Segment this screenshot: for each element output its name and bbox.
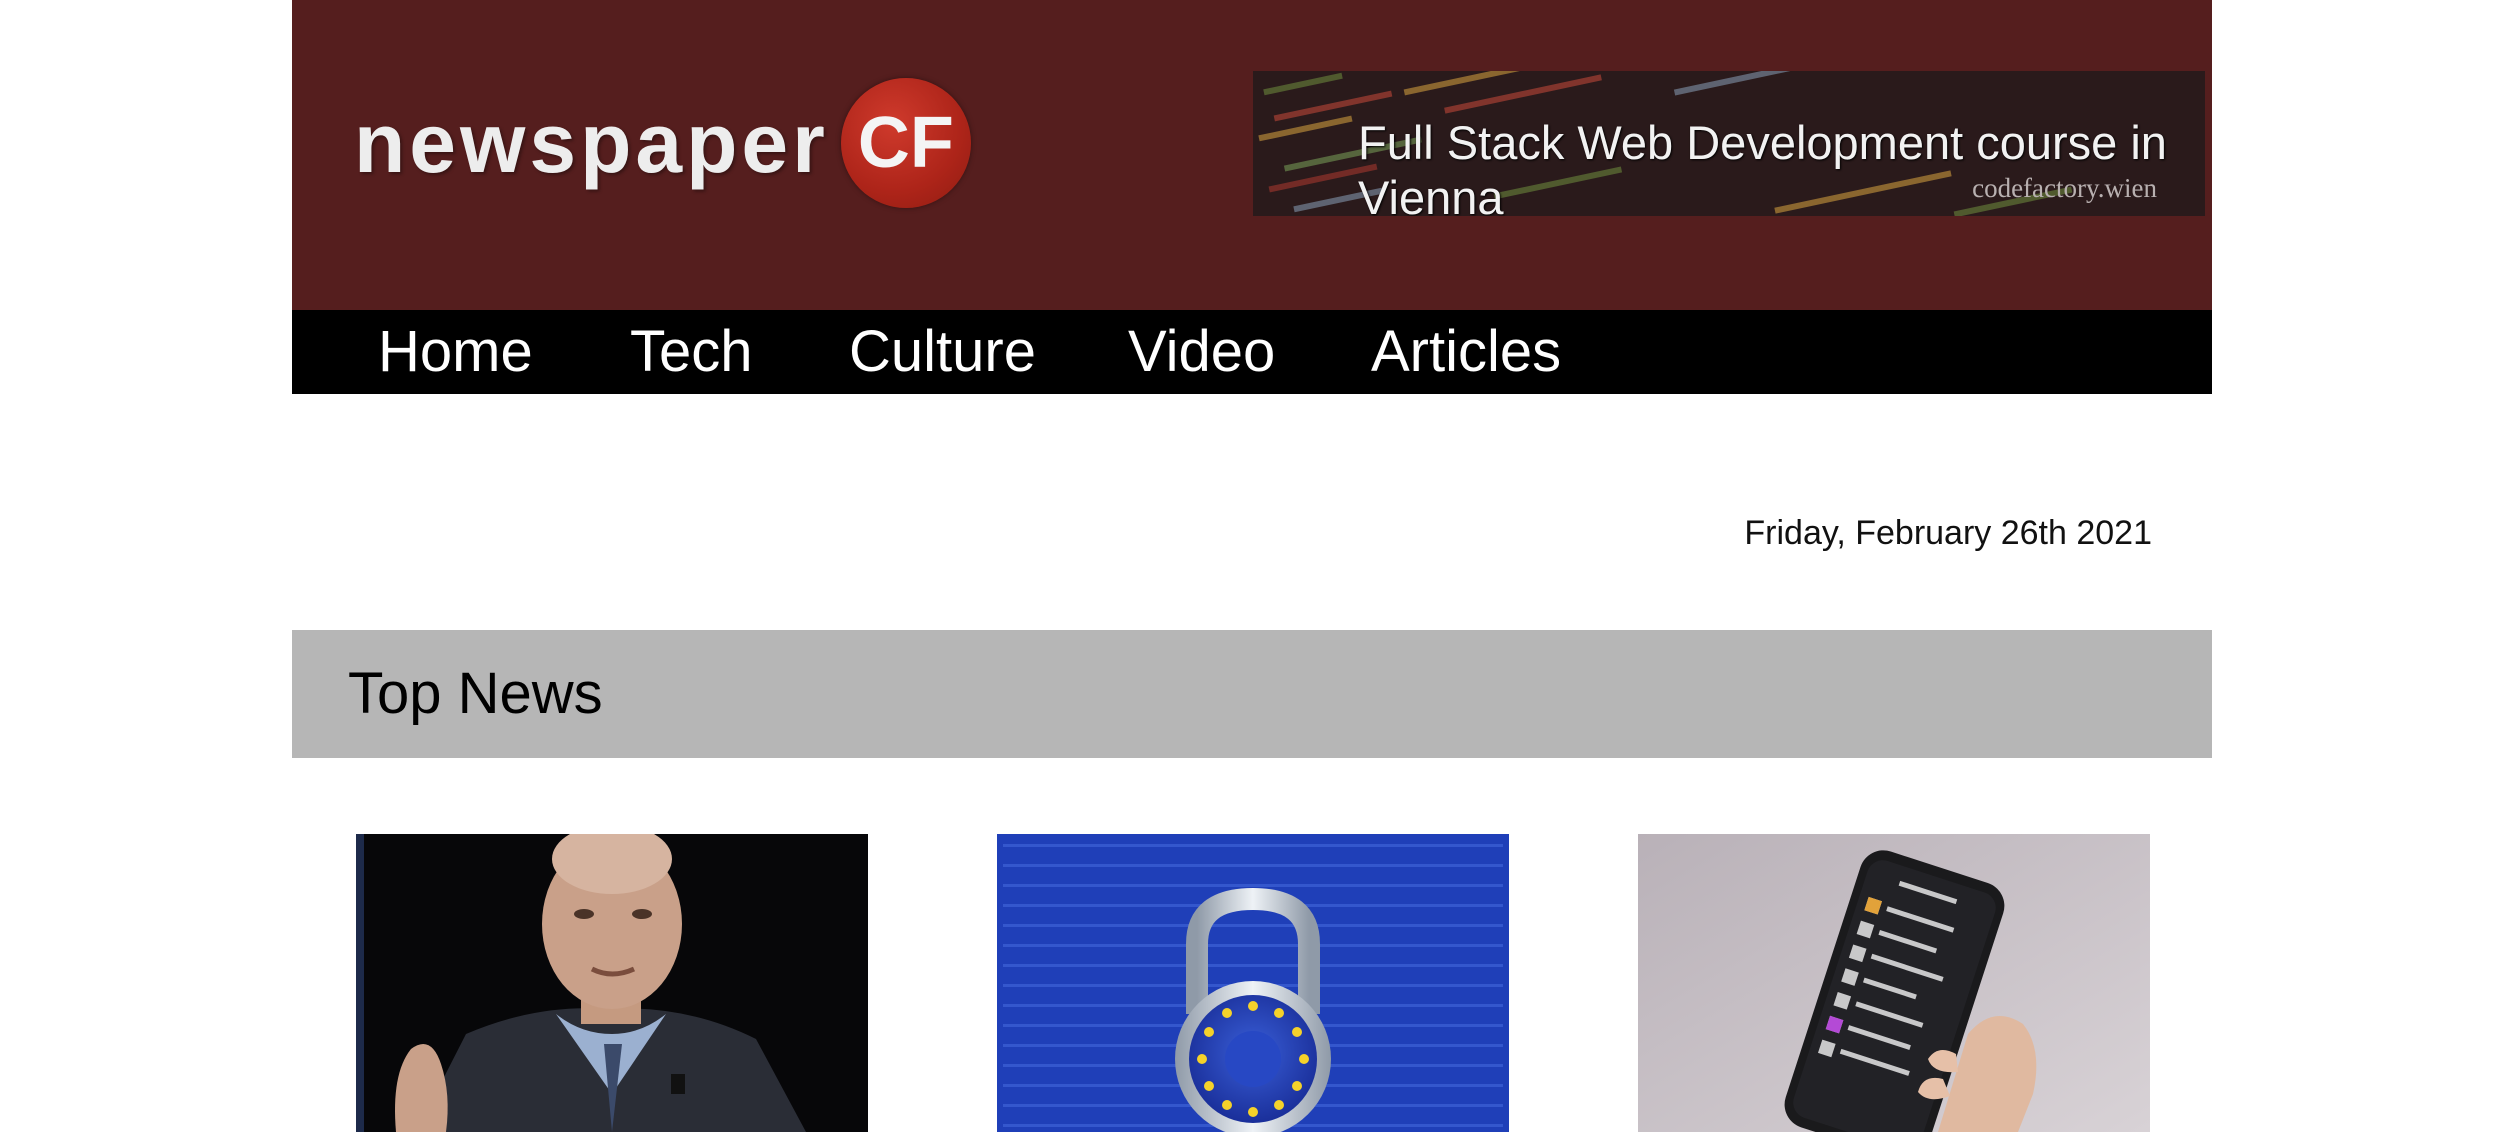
ad-banner[interactable]: Full Stack Web Development course in Vie…: [1253, 71, 2205, 216]
hand-holding-phone-image: [1638, 834, 2150, 1132]
news-card-1[interactable]: [356, 834, 868, 1132]
logo-wordmark: newspaper: [354, 95, 829, 190]
banner-subtitle: codefactory.wien: [1972, 173, 2157, 203]
site-header: newspaper CF Full Stack Web Development …: [292, 0, 2212, 310]
site-logo[interactable]: newspaper CF: [354, 76, 971, 210]
main-nav: Home Tech Culture Video Articles: [292, 310, 2212, 394]
nav-item-home[interactable]: Home: [378, 310, 533, 394]
nav-item-culture[interactable]: Culture: [849, 310, 1036, 394]
current-date: Friday, February 26th 2021: [1744, 514, 2152, 552]
nav-item-video[interactable]: Video: [1128, 310, 1275, 394]
section-title: Top News: [348, 661, 603, 726]
news-card-3[interactable]: [1638, 834, 2150, 1132]
news-card-2[interactable]: [997, 834, 1509, 1132]
logo-badge: CF: [840, 78, 971, 208]
nav-item-articles[interactable]: Articles: [1371, 310, 1561, 394]
man-in-suit-image: [356, 834, 868, 1132]
top-news-header: Top News: [292, 630, 2212, 758]
eu-padlock-image: [997, 834, 1509, 1132]
nav-item-tech[interactable]: Tech: [630, 310, 753, 394]
page: newspaper CF Full Stack Web Development …: [292, 0, 2212, 1132]
